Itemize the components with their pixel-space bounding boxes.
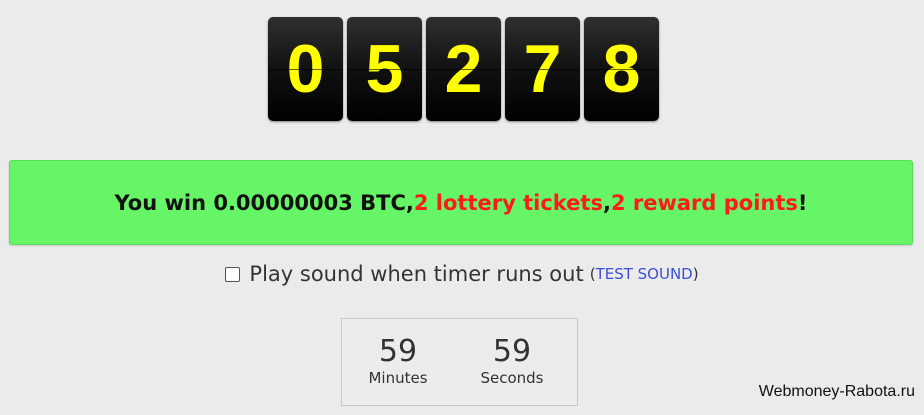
- win-amount-text: You win 0.00000003 BTC,: [114, 190, 414, 215]
- minutes-label: Minutes: [368, 369, 428, 387]
- lottery-digit-5: 8: [584, 17, 659, 121]
- lottery-digit-4: 7: [505, 17, 580, 121]
- play-sound-label[interactable]: Play sound when timer runs out: [249, 262, 583, 286]
- countdown-timer: 59 Minutes 59 Seconds: [341, 318, 578, 406]
- lottery-tickets-text: 2 lottery tickets: [413, 190, 603, 215]
- win-separator-text: ,: [602, 190, 611, 215]
- test-sound-wrapper: (TEST SOUND): [589, 265, 699, 283]
- lottery-number-display: 0 5 2 7 8: [268, 17, 659, 121]
- countdown-minutes: 59 Minutes: [358, 334, 438, 388]
- lottery-digit-2: 5: [347, 17, 422, 121]
- lottery-digit-3: 2: [426, 17, 501, 121]
- site-watermark: Webmoney-Rabota.ru: [758, 383, 915, 400]
- seconds-label: Seconds: [480, 369, 544, 387]
- minutes-value: 59: [378, 334, 418, 369]
- seconds-value: 59: [492, 334, 532, 369]
- reward-points-text: 2 reward points: [610, 190, 798, 215]
- countdown-seconds: 59 Seconds: [472, 334, 552, 388]
- lottery-digit-1: 0: [268, 17, 343, 121]
- win-exclamation: !: [797, 190, 808, 215]
- play-sound-checkbox[interactable]: [225, 266, 241, 282]
- sound-option-row: Play sound when timer runs out (TEST SOU…: [0, 262, 924, 286]
- test-sound-link[interactable]: TEST SOUND: [596, 265, 693, 283]
- win-result-banner: You win 0.00000003 BTC, 2 lottery ticket…: [9, 160, 913, 245]
